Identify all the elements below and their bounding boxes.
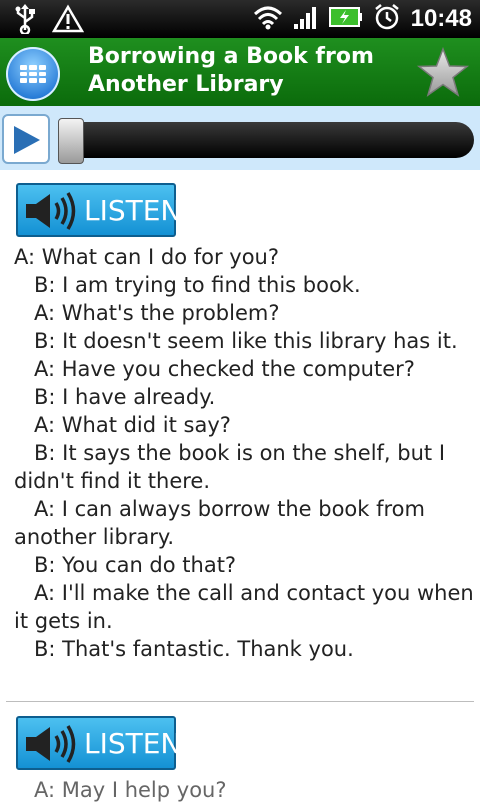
favorite-button[interactable]: [416, 46, 470, 100]
dialogue-text: A: What can I do for you? B: I am trying…: [14, 243, 474, 663]
dialogue-line: A: What can I do for you?: [14, 245, 280, 269]
speaker-icon: [26, 192, 76, 230]
warning-icon: [51, 4, 85, 38]
dialogue-line: B: It doesn't seem like this library has…: [34, 329, 458, 353]
listen-label: LISTEN: [84, 727, 182, 760]
app-header: Borrowing a Book from Another Library: [0, 38, 480, 106]
status-bar: 10:48: [0, 0, 480, 38]
dialogue-line: A: I'll make the call and contact you wh…: [14, 581, 474, 633]
dialogue-line: A: Have you checked the computer?: [34, 357, 415, 381]
dialogue-line: B: I have already.: [34, 385, 216, 409]
dialogue-line: B: It says the book is on the shelf, but…: [14, 441, 446, 493]
clock-time: 10:48: [410, 5, 472, 32]
page-title-line1: Borrowing a Book from: [88, 44, 374, 69]
dialogue-line: B: I am trying to find this book.: [34, 273, 361, 297]
dialogue-line: A: I can always borrow the book from ano…: [14, 497, 425, 549]
section-divider: [6, 701, 474, 702]
dialogue-line: A: What's the problem?: [34, 301, 280, 325]
menu-button[interactable]: [6, 47, 60, 101]
seek-bar[interactable]: [58, 122, 474, 158]
star-icon: [416, 46, 470, 97]
grid-menu-icon: [20, 65, 46, 83]
seek-thumb[interactable]: [58, 118, 84, 164]
battery-charging-icon: [328, 6, 363, 32]
alarm-icon: [373, 3, 401, 35]
listen-button[interactable]: LISTEN: [16, 716, 181, 770]
page-title: Borrowing a Book from Another Library: [88, 43, 388, 99]
speaker-icon: [26, 725, 76, 763]
page-title-line2: Another Library: [88, 72, 284, 97]
play-button[interactable]: [2, 114, 50, 164]
dialogue-line: A: What did it say?: [34, 413, 231, 437]
dialogue-line: B: That's fantastic. Thank you.: [34, 637, 354, 661]
audio-player: [0, 106, 480, 170]
play-icon: [14, 126, 40, 154]
wifi-icon: [253, 4, 283, 34]
usb-icon: [14, 4, 36, 38]
listen-button[interactable]: LISTEN: [16, 183, 181, 237]
listen-label: LISTEN: [84, 194, 182, 227]
signal-icon: [293, 4, 319, 34]
dialogue-line: B: You can do that?: [34, 553, 237, 577]
